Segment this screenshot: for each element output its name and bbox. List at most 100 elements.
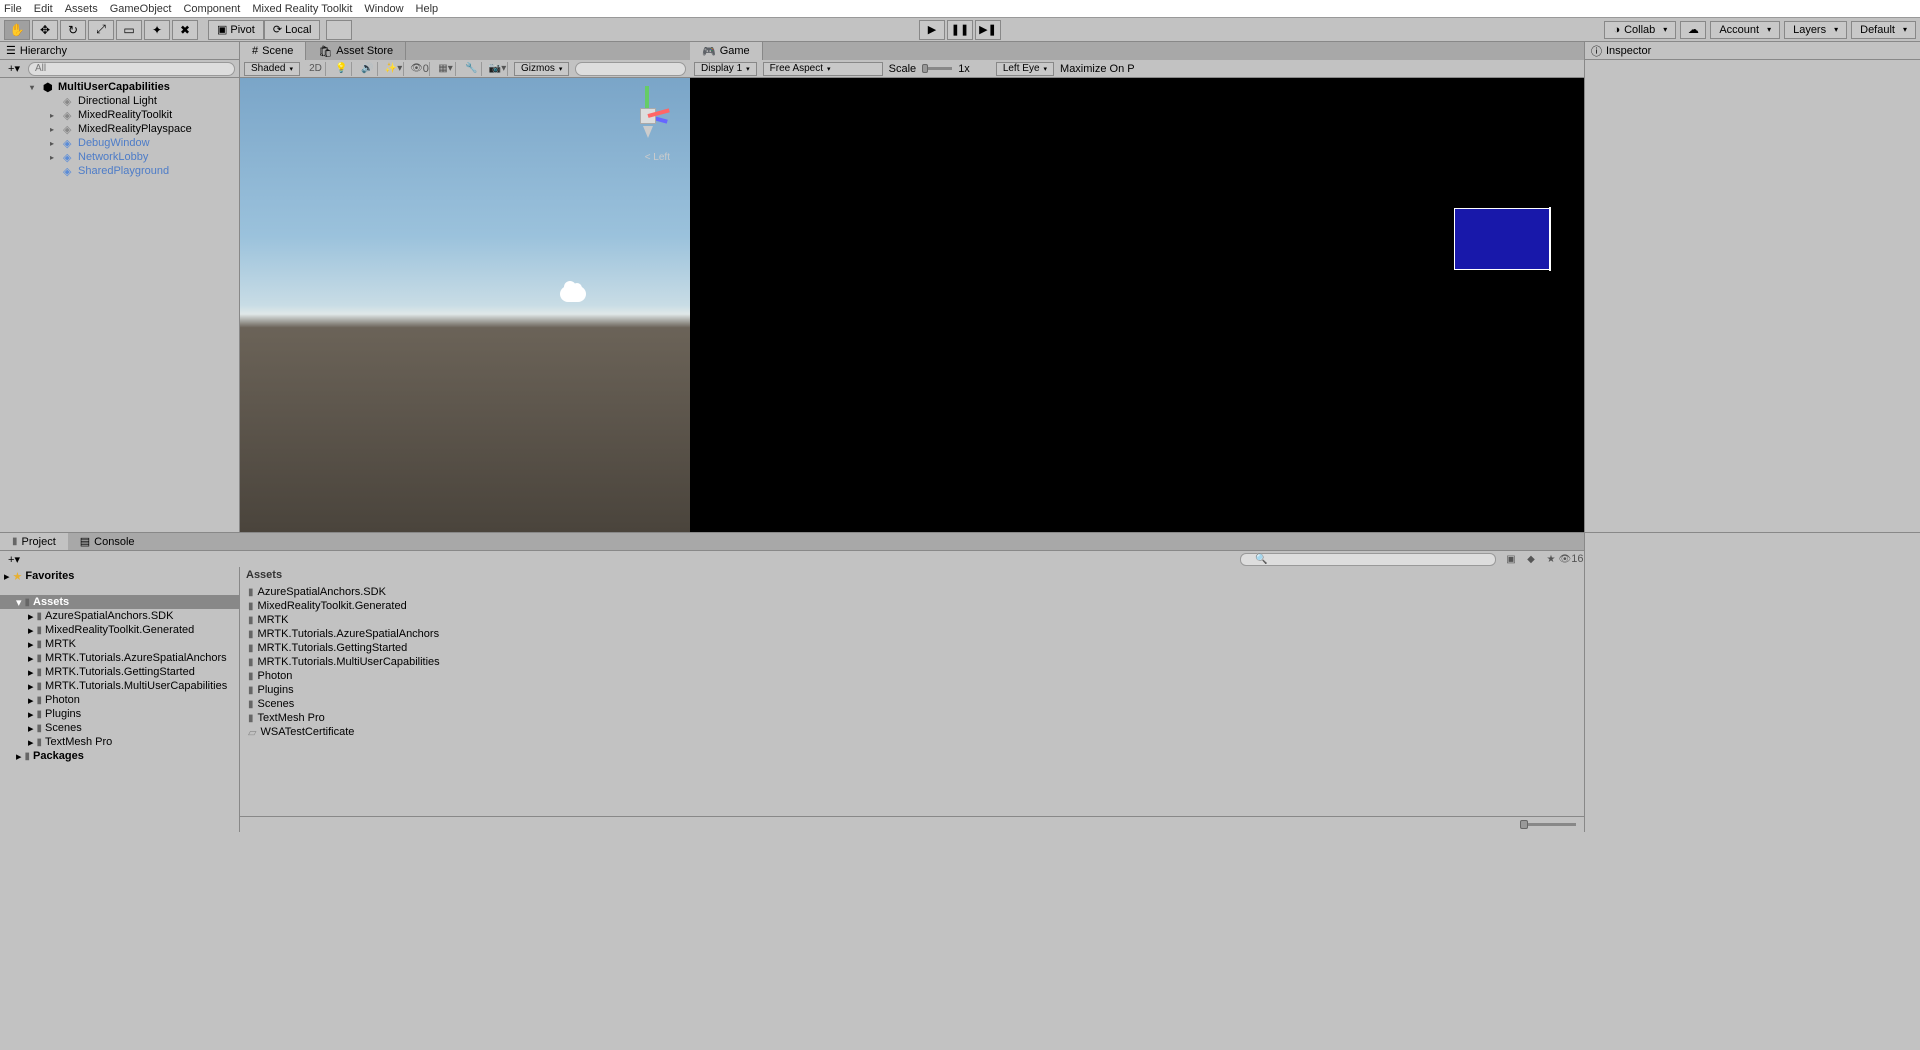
breadcrumb[interactable]: Assets bbox=[240, 567, 1584, 583]
snap-button[interactable] bbox=[326, 20, 352, 40]
grid-icon[interactable]: ▦▾ bbox=[436, 62, 456, 76]
scene-search[interactable] bbox=[575, 62, 686, 76]
tools-icon[interactable]: 🔧 bbox=[462, 62, 482, 76]
menu-file[interactable]: File bbox=[4, 3, 22, 15]
hierarchy-item[interactable]: ◈Directional Light bbox=[0, 94, 239, 108]
scene-root[interactable]: ▾ ⬢ MultiUserCapabilities bbox=[0, 80, 239, 94]
asset-store-tab[interactable]: 🛍 Asset Store bbox=[306, 42, 406, 60]
project-tree-item[interactable]: ▸▮MRTK.Tutorials.AzureSpatialAnchors bbox=[0, 651, 239, 665]
project-tree-item[interactable]: ▸▮MRTK bbox=[0, 637, 239, 651]
orientation-gizmo[interactable] bbox=[618, 86, 678, 146]
create-button[interactable]: +▾ bbox=[4, 62, 24, 76]
list-item-label: TextMesh Pro bbox=[258, 712, 325, 724]
layers-dropdown[interactable]: Layers bbox=[1784, 21, 1847, 39]
scene-tab[interactable]: # Scene bbox=[240, 42, 306, 60]
pause-button[interactable]: ❚❚ bbox=[947, 20, 973, 40]
project-list-item[interactable]: ▮MixedRealityToolkit.Generated bbox=[248, 599, 1576, 613]
audio-icon[interactable]: 🔊 bbox=[358, 62, 378, 76]
scale-tool-button[interactable]: ⤢ bbox=[88, 20, 114, 40]
menu-mrtk[interactable]: Mixed Reality Toolkit bbox=[252, 3, 352, 15]
camera-icon[interactable]: 📷▾ bbox=[488, 62, 508, 76]
packages-item[interactable]: ▸▮ Packages bbox=[0, 749, 239, 763]
right-toolbar: ◑ Collab ☁ Account Layers Default bbox=[1604, 21, 1916, 39]
hierarchy-tab[interactable]: ☰ Hierarchy bbox=[0, 42, 239, 60]
display-dropdown[interactable]: Display 1 bbox=[694, 62, 757, 76]
eye-dropdown[interactable]: Left Eye bbox=[996, 62, 1054, 76]
menu-window[interactable]: Window bbox=[364, 3, 403, 15]
assets-root-item[interactable]: ▾▮ Assets bbox=[0, 595, 239, 609]
pivot-button[interactable]: ▣ Pivot bbox=[208, 20, 264, 40]
hidden-packages[interactable]: 👁16 bbox=[1562, 553, 1580, 566]
filter-by-label-icon[interactable]: ◆ bbox=[1522, 553, 1540, 566]
move-tool-button[interactable]: ✥ bbox=[32, 20, 58, 40]
fx-icon[interactable]: ✨▾ bbox=[384, 62, 404, 76]
project-tree-item[interactable]: ▸▮Photon bbox=[0, 693, 239, 707]
rect-tool-button[interactable]: ▭ bbox=[116, 20, 142, 40]
hierarchy-search[interactable] bbox=[28, 62, 235, 76]
hierarchy-item[interactable]: ▸◈NetworkLobby bbox=[0, 150, 239, 164]
project-tree-item[interactable]: ▸▮MRTK.Tutorials.MultiUserCapabilities bbox=[0, 679, 239, 693]
list-item-label: MRTK.Tutorials.MultiUserCapabilities bbox=[258, 656, 440, 668]
rotate-tool-button[interactable]: ↻ bbox=[60, 20, 86, 40]
project-list-item[interactable]: ▮Scenes bbox=[248, 697, 1576, 711]
cloud-icon[interactable]: ☁ bbox=[1680, 21, 1706, 39]
project-tree-item[interactable]: ▸▮AzureSpatialAnchors.SDK bbox=[0, 609, 239, 623]
shading-mode-dropdown[interactable]: Shaded bbox=[244, 62, 300, 76]
project-tab[interactable]: ▮ Project bbox=[0, 533, 68, 550]
menu-gameobject[interactable]: GameObject bbox=[110, 3, 172, 15]
play-button[interactable]: ▶ bbox=[919, 20, 945, 40]
game-tab[interactable]: 🎮 Game bbox=[690, 42, 763, 60]
lighting-icon[interactable]: 💡 bbox=[332, 62, 352, 76]
save-search-icon[interactable]: ★ bbox=[1542, 553, 1560, 566]
menu-help[interactable]: Help bbox=[416, 3, 439, 15]
aspect-dropdown[interactable]: Free Aspect bbox=[763, 62, 883, 76]
favorites-item[interactable]: ▸★ Favorites bbox=[0, 569, 239, 583]
project-list-item[interactable]: ▮MRTK.Tutorials.AzureSpatialAnchors bbox=[248, 627, 1576, 641]
menu-assets[interactable]: Assets bbox=[65, 3, 98, 15]
collab-dropdown[interactable]: ◑ Collab bbox=[1604, 21, 1676, 39]
folder-icon: ▮ bbox=[248, 671, 254, 682]
hierarchy-item[interactable]: ▸◈MixedRealityPlayspace bbox=[0, 122, 239, 136]
account-dropdown[interactable]: Account bbox=[1710, 21, 1780, 39]
project-tree-item[interactable]: ▸▮Scenes bbox=[0, 721, 239, 735]
step-button[interactable]: ▶❚ bbox=[975, 20, 1001, 40]
scale-slider[interactable] bbox=[922, 67, 952, 70]
transform-tool-button[interactable]: ✦ bbox=[144, 20, 170, 40]
project-create-button[interactable]: +▾ bbox=[4, 552, 24, 566]
local-button[interactable]: ⟳ Local bbox=[264, 20, 321, 40]
2d-toggle[interactable]: 2D bbox=[306, 62, 326, 76]
project-list-item[interactable]: ▮MRTK.Tutorials.MultiUserCapabilities bbox=[248, 655, 1576, 669]
project-list-item[interactable]: ▮MRTK.Tutorials.GettingStarted bbox=[248, 641, 1576, 655]
hand-tool-button[interactable]: ✋ bbox=[4, 20, 30, 40]
project-list-item[interactable]: ▮Plugins bbox=[248, 683, 1576, 697]
scene-view[interactable]: < Left bbox=[240, 78, 690, 532]
project-tree-item[interactable]: ▸▮TextMesh Pro bbox=[0, 735, 239, 749]
project-tree-item[interactable]: ▸▮MixedRealityToolkit.Generated bbox=[0, 623, 239, 637]
filter-by-type-icon[interactable]: ▣ bbox=[1502, 553, 1520, 566]
project-filter-icons: ▣ ◆ ★ 👁16 bbox=[1502, 553, 1580, 566]
gizmo-y-axis bbox=[645, 86, 649, 108]
hierarchy-item[interactable]: ◈SharedPlayground bbox=[0, 164, 239, 178]
custom-tool-button[interactable]: ✖ bbox=[172, 20, 198, 40]
gizmos-dropdown[interactable]: Gizmos bbox=[514, 62, 569, 76]
project-list-item[interactable]: ▮Photon bbox=[248, 669, 1576, 683]
foldout-icon[interactable]: ▾ bbox=[30, 83, 40, 92]
inspector-tab[interactable]: ⓘ Inspector bbox=[1585, 42, 1920, 60]
menu-component[interactable]: Component bbox=[183, 3, 240, 15]
project-tree-item[interactable]: ▸▮MRTK.Tutorials.GettingStarted bbox=[0, 665, 239, 679]
project-list-item[interactable]: ▮AzureSpatialAnchors.SDK bbox=[248, 585, 1576, 599]
project-search[interactable]: 🔍 bbox=[1240, 553, 1496, 566]
project-list-item[interactable]: ▮MRTK bbox=[248, 613, 1576, 627]
scale-value: 1x bbox=[958, 63, 970, 75]
hierarchy-item[interactable]: ▸◈DebugWindow bbox=[0, 136, 239, 150]
icon-size-slider[interactable] bbox=[1520, 823, 1576, 826]
hidden-objects[interactable]: 👁 0 bbox=[410, 62, 430, 76]
project-list-item[interactable]: ▱WSATestCertificate bbox=[248, 725, 1576, 739]
game-view[interactable] bbox=[690, 78, 1584, 532]
project-tree-item[interactable]: ▸▮Plugins bbox=[0, 707, 239, 721]
project-list-item[interactable]: ▮TextMesh Pro bbox=[248, 711, 1576, 725]
layout-dropdown[interactable]: Default bbox=[1851, 21, 1916, 39]
menu-edit[interactable]: Edit bbox=[34, 3, 53, 15]
console-tab[interactable]: ▤ Console bbox=[68, 533, 147, 550]
hierarchy-item[interactable]: ▸◈MixedRealityToolkit bbox=[0, 108, 239, 122]
